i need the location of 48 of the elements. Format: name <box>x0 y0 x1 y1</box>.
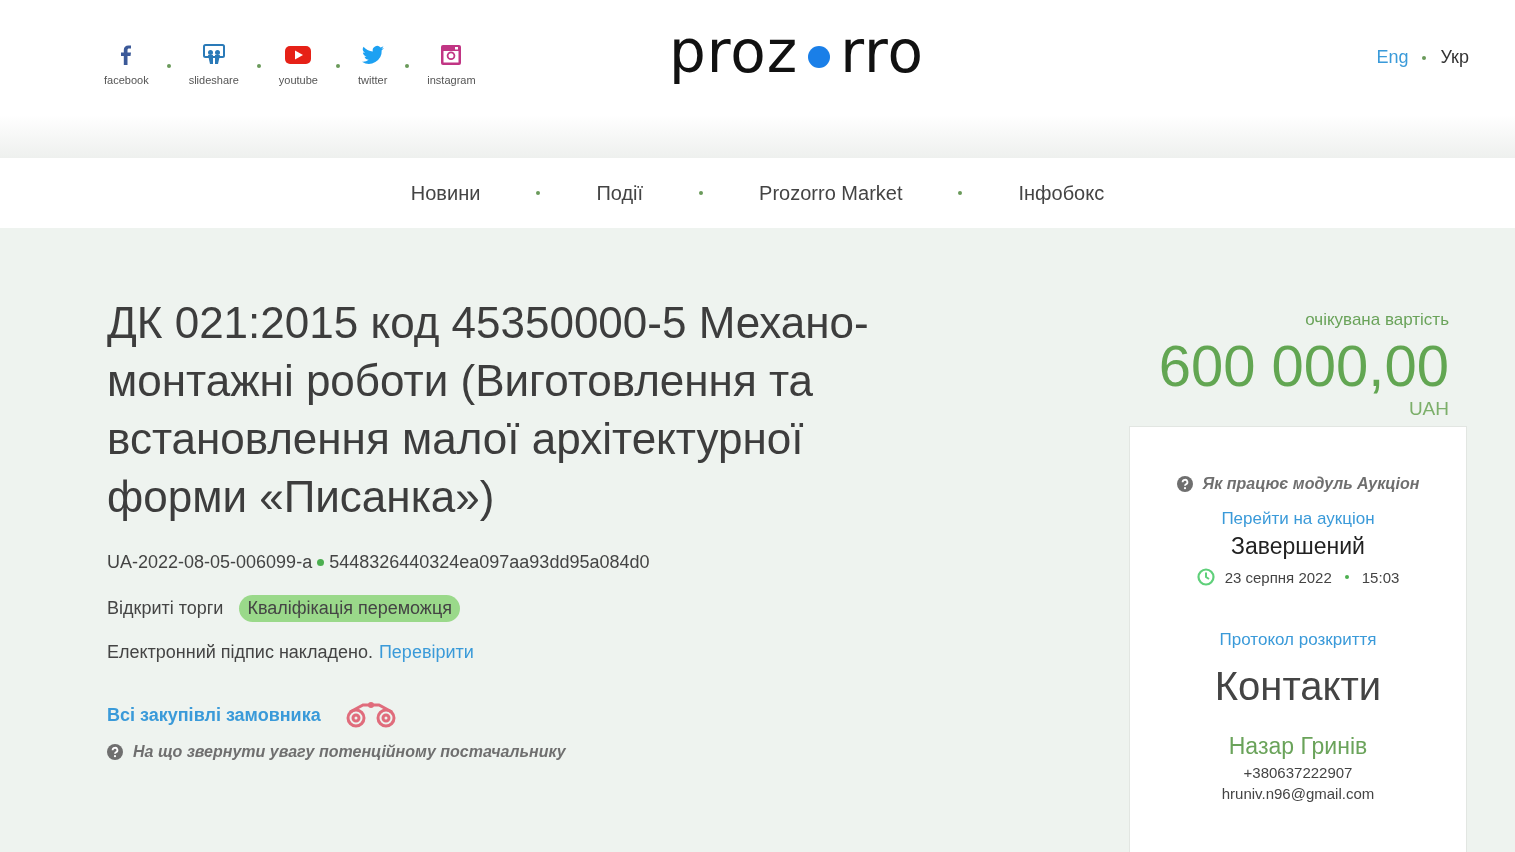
separator-dot <box>958 191 963 195</box>
social-link[interactable]: instagram <box>427 41 476 86</box>
social-link[interactable]: facebook <box>104 41 149 86</box>
price-amount: 600 000,00 <box>1157 334 1450 398</box>
logo-text: rro <box>840 17 925 86</box>
auction-help-link[interactable]: Як працює модуль Аукціон <box>1202 475 1420 493</box>
social-link[interactable]: youtube <box>278 41 318 86</box>
procedure-type: Відкриті торги <box>107 598 224 619</box>
separator-dot <box>317 559 325 566</box>
tender-id: UA-2022-08-05-006099-a <box>107 552 313 573</box>
contact-phone: +380637222907 <box>1243 764 1353 781</box>
tender-hash: 5448326440324ea097aa93dd95a084d0 <box>329 552 650 573</box>
binoculars-icon <box>344 701 397 729</box>
help-icon <box>107 744 123 760</box>
social-link[interactable]: slideshare <box>188 41 239 86</box>
separator-dot <box>1422 55 1427 60</box>
separator-dot <box>1344 575 1349 579</box>
separator-dot <box>166 63 171 68</box>
language-link[interactable]: Укр <box>1440 47 1469 68</box>
slideshare-icon <box>201 42 226 67</box>
auction-time: 15:03 <box>1361 568 1400 586</box>
logo-text: proz <box>668 17 799 86</box>
status-badge: Кваліфікація переможця <box>239 595 460 622</box>
auction-date: 23 серпня 2022 <box>1224 568 1332 586</box>
separator-dot <box>335 63 340 68</box>
separator-dot <box>699 191 704 195</box>
separator-dot <box>536 191 541 195</box>
nav-link[interactable]: Події <box>596 181 644 205</box>
nav-link[interactable]: Інфобокс <box>1018 181 1105 205</box>
nav-link[interactable]: Новини <box>410 181 481 205</box>
social-link[interactable]: twitter <box>357 41 388 86</box>
clock-icon <box>1196 568 1215 586</box>
signature-text: Електронний підпис накладено. <box>107 642 373 663</box>
youtube-icon <box>285 44 312 65</box>
nav-link[interactable]: Prozorro Market <box>759 181 903 205</box>
contacts-heading: Контакти <box>1214 664 1382 709</box>
tender-title: ДК 021:2015 код 45350000-5 Механо-монтажні роботи (Виготовлення та встановлення малої архітектурної форми «Писанка») <box>107 297 870 523</box>
price-label: очікувана вартість <box>1304 310 1450 330</box>
help-icon <box>1176 476 1193 492</box>
auction-state: Завершений <box>1231 533 1365 560</box>
logo-dot <box>808 45 831 68</box>
separator-dot <box>405 63 410 68</box>
contact-email: hruniv.n96@gmail.com <box>1221 785 1375 802</box>
instagram-icon <box>439 42 464 67</box>
supplier-hint-link[interactable]: На що звернути увагу потенційному постачальнику <box>133 743 566 761</box>
currency: UAH <box>1407 398 1450 420</box>
contact-name: Назар Гринів <box>1228 733 1368 760</box>
separator-dot <box>256 63 261 68</box>
